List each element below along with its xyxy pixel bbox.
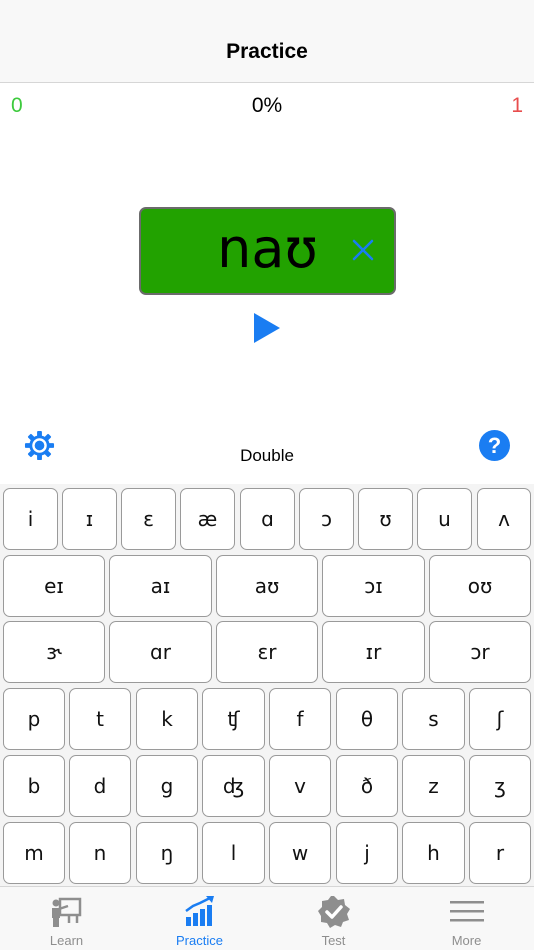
key-oi[interactable]: ɔɪ [322, 555, 425, 617]
key-r[interactable]: r [469, 822, 531, 884]
key-ash[interactable]: æ [180, 488, 235, 550]
key-s[interactable]: s [402, 688, 465, 750]
key-eng[interactable]: ŋ [136, 822, 198, 884]
key-ch[interactable]: ʧ [202, 688, 265, 750]
play-icon[interactable] [251, 311, 283, 345]
check-badge-icon [317, 896, 350, 928]
mode-label: Double [240, 446, 294, 465]
key-w[interactable]: w [269, 822, 331, 884]
key-f[interactable]: f [269, 688, 331, 750]
key-open-o[interactable]: ɔ [299, 488, 354, 550]
tab-test-label: Test [321, 933, 346, 948]
key-i[interactable]: i [3, 488, 58, 550]
key-p[interactable]: p [3, 688, 65, 750]
bar-chart-icon [184, 896, 214, 926]
key-au[interactable]: aʊ [216, 555, 318, 617]
key-air[interactable]: ɛr [216, 621, 318, 683]
tab-bar: Learn Practice Test More [0, 886, 534, 950]
key-z[interactable]: z [402, 755, 465, 817]
key-u[interactable]: u [417, 488, 472, 550]
answer-box: naʊ [139, 207, 396, 295]
key-ei[interactable]: eɪ [3, 555, 105, 617]
key-j[interactable]: j [336, 822, 398, 884]
teacher-board-icon [51, 897, 81, 927]
key-ou[interactable]: oʊ [429, 555, 531, 617]
key-j-affricate[interactable]: ʤ [202, 755, 265, 817]
key-er-rhotic[interactable]: ɝ [3, 621, 105, 683]
ipa-keyboard: i ɪ ɛ æ ɑ ɔ ʊ u ʌ eɪ aɪ aʊ ɔɪ oʊ ɝ ɑr ɛr… [0, 484, 534, 886]
key-ezh[interactable]: ʒ [469, 755, 531, 817]
tab-more[interactable]: More [400, 887, 533, 950]
key-m[interactable]: m [3, 822, 65, 884]
tab-test[interactable]: Test [267, 887, 400, 950]
navigation-bar: Practice [0, 0, 534, 83]
key-ar[interactable]: ɑr [109, 621, 212, 683]
clear-icon[interactable] [348, 235, 378, 265]
key-upsilon[interactable]: ʊ [358, 488, 413, 550]
wrong-count: 1 [511, 94, 523, 117]
key-l[interactable]: l [202, 822, 265, 884]
key-small-capital-i[interactable]: ɪ [62, 488, 117, 550]
key-eth[interactable]: ð [336, 755, 398, 817]
key-n[interactable]: n [69, 822, 131, 884]
key-d[interactable]: d [69, 755, 131, 817]
key-ai[interactable]: aɪ [109, 555, 212, 617]
key-g[interactable]: g [136, 755, 198, 817]
key-theta[interactable]: θ [336, 688, 398, 750]
key-b[interactable]: b [3, 755, 65, 817]
key-t[interactable]: t [69, 688, 131, 750]
key-script-a[interactable]: ɑ [240, 488, 295, 550]
menu-icon [449, 901, 484, 922]
score-percent: 0% [251, 94, 283, 117]
key-esh[interactable]: ʃ [469, 688, 531, 750]
page-title: Practice [226, 40, 308, 63]
tab-learn-label: Learn [49, 933, 84, 948]
key-h[interactable]: h [402, 822, 465, 884]
tab-learn[interactable]: Learn [0, 887, 133, 950]
key-ir[interactable]: ɪr [322, 621, 425, 683]
tab-practice[interactable]: Practice [133, 887, 266, 950]
key-v[interactable]: v [269, 755, 331, 817]
key-or[interactable]: ɔr [429, 621, 531, 683]
help-button[interactable]: ? [479, 430, 510, 461]
tab-practice-label: Practice [176, 933, 223, 948]
key-turned-v[interactable]: ʌ [477, 488, 531, 550]
key-open-e[interactable]: ɛ [121, 488, 176, 550]
tab-more-label: More [451, 933, 482, 948]
key-k[interactable]: k [136, 688, 198, 750]
